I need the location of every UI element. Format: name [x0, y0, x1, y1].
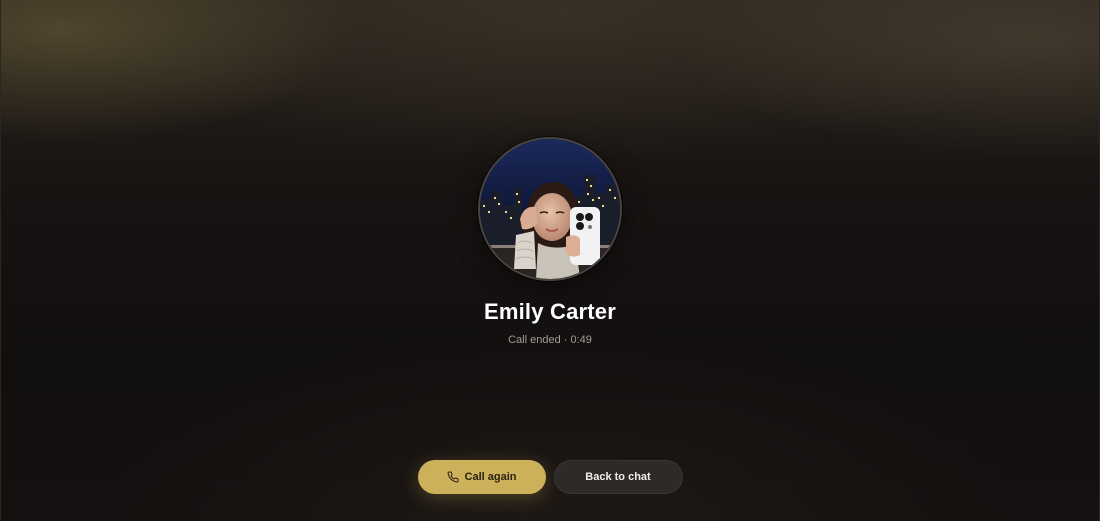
call-actions: Call again Back to chat [1, 460, 1099, 494]
call-again-label: Call again [464, 471, 517, 483]
contact-panel: Emily Carter Call ended · 0:49 [1, 137, 1099, 346]
avatar-photo [480, 139, 620, 279]
back-to-chat-button[interactable]: Back to chat [553, 460, 683, 494]
call-status: Call ended · 0:49 [508, 334, 592, 346]
back-to-chat-label: Back to chat [585, 471, 651, 483]
phone-icon [447, 471, 459, 483]
contact-name: Emily Carter [483, 299, 616, 324]
call-again-button[interactable]: Call again [417, 460, 546, 494]
avatar [478, 137, 622, 281]
call-ended-screen: Emily Carter Call ended · 0:49 Call agai… [0, 0, 1100, 521]
